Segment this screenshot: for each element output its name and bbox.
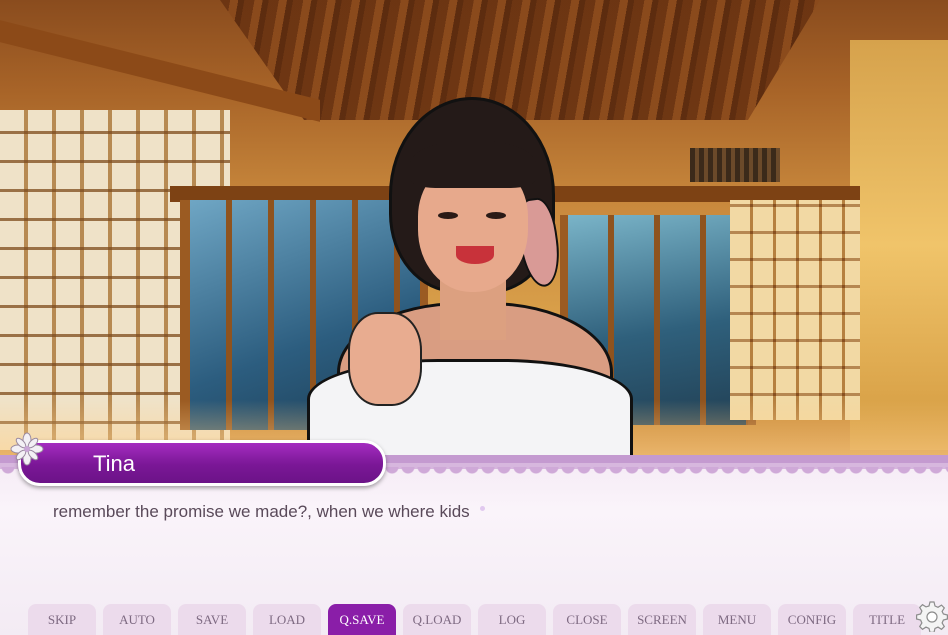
flower-icon <box>10 432 44 466</box>
skip-button[interactable]: SKIP <box>28 604 96 635</box>
config-button[interactable]: CONFIG <box>778 604 846 635</box>
save-button[interactable]: SAVE <box>178 604 246 635</box>
namebox: Tina <box>18 440 386 486</box>
dialogue-text: remember the promise we made?, when we w… <box>53 502 485 522</box>
menu-button[interactable]: MENU <box>703 604 771 635</box>
log-button[interactable]: LOG <box>478 604 546 635</box>
screen-button[interactable]: SCREEN <box>628 604 696 635</box>
dialogue-line: remember the promise we made?, when we w… <box>53 502 470 521</box>
quick-menu: SKIP AUTO SAVE LOAD Q.SAVE Q.LOAD LOG CL… <box>0 604 948 635</box>
load-button[interactable]: LOAD <box>253 604 321 635</box>
character-sprite <box>300 100 640 455</box>
wall-right <box>850 40 948 450</box>
quick-save-button[interactable]: Q.SAVE <box>328 604 396 635</box>
wall-vent <box>690 148 780 182</box>
auto-button[interactable]: AUTO <box>103 604 171 635</box>
speaker-name: Tina <box>93 451 135 476</box>
character-hand <box>350 314 420 404</box>
gear-icon[interactable] <box>916 600 948 632</box>
ctc-icon <box>479 506 485 511</box>
shoji-panel-right <box>730 200 860 420</box>
close-button[interactable]: CLOSE <box>553 604 621 635</box>
title-button[interactable]: TITLE <box>853 604 921 635</box>
quick-load-button[interactable]: Q.LOAD <box>403 604 471 635</box>
